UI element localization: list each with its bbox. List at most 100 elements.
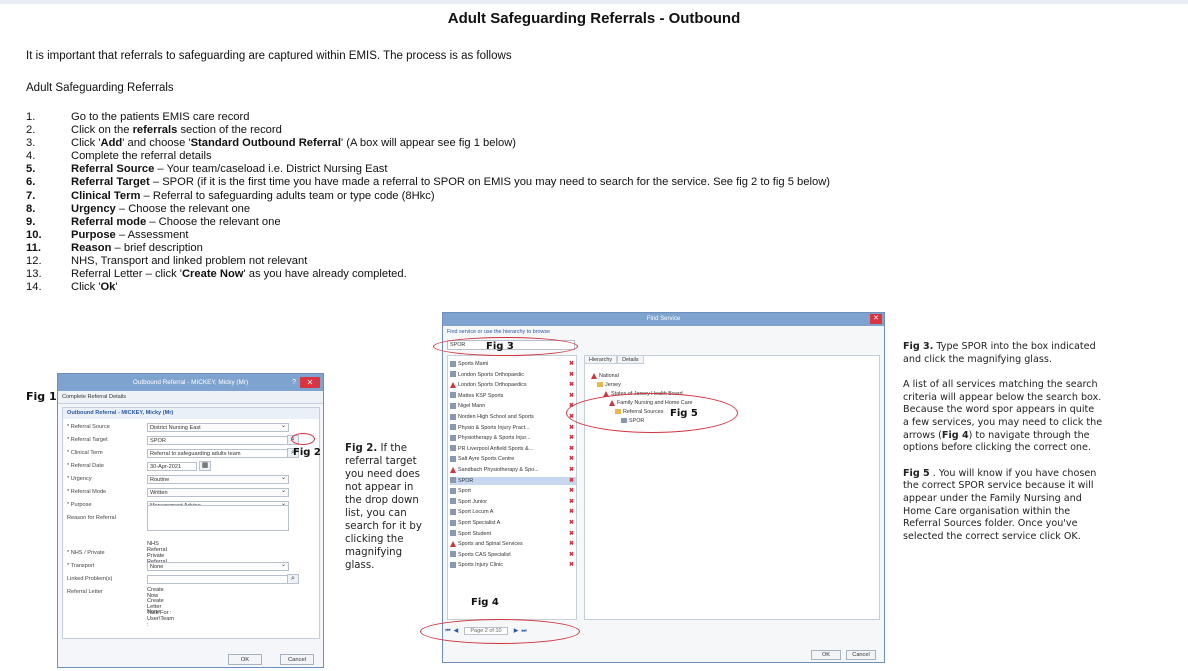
step-span: Click on the [71,124,133,137]
field-input[interactable]: SPOR [147,435,289,445]
field-label: * Transport [67,563,95,569]
field-input[interactable]: Routine [147,474,289,484]
result-item[interactable]: Sports and Spinal Services ✖ [450,540,576,548]
step-span: ' as you have already completed. [243,268,407,281]
field-row: * Clinical Term Referral to safeguarding … [67,448,289,458]
result-item[interactable]: Salt Ayre Sports Centre ✖ [450,455,576,463]
result-text: Salt Ayre Sports Centre [458,456,515,463]
result-item[interactable]: Norden High School and Sports ✖ [450,413,576,421]
find-title: Find Service [646,316,681,322]
ok-button[interactable]: OK [811,650,841,660]
step-text: Referral Source – Your team/caseload i.e… [71,163,388,176]
result-item[interactable]: London Sports Orthopaedic ✖ [450,371,576,379]
step-text: Referral mode – Choose the relevant one [71,216,281,229]
remove-icon: ✖ [568,520,574,526]
fig4-bold: Fig 4 [941,429,969,441]
result-item[interactable]: Sport ✖ [450,487,576,495]
result-item[interactable]: Sandbach Physiotherapy & Spo... ✖ [450,466,576,474]
result-item[interactable]: London Sports Orthopaedics ✖ [450,381,576,389]
service-icon [450,455,456,462]
cancel-button[interactable]: Cancel [280,654,314,665]
magnifier-icon[interactable]: ⌕ [287,574,299,584]
remove-icon: ✖ [568,371,574,378]
step-span: ' [115,281,118,294]
tree-node[interactable]: National [591,372,619,380]
result-item[interactable]: Sport Junior ✖ [450,498,576,506]
step-span: – Choose the relevant one [146,215,281,228]
list-paragraph: A list of all services matching the sear… [903,379,1103,455]
field-label: * Urgency [67,476,92,482]
result-item[interactable]: Mattes KSP Sports ✖ [450,392,576,400]
field-input[interactable]: None [147,561,289,571]
fig2-bold: Fig 2. [345,443,378,454]
page-title: Adult Safeguarding Referrals - Outbound [447,10,741,27]
step-item: 5. Referral Source – Your team/caseload i… [26,163,830,176]
step-number: 8. [26,202,36,215]
field-input[interactable]: Written [147,487,289,497]
tab-hierarchy[interactable]: Hierarchy [584,355,618,364]
result-item[interactable]: Sport Student ✖ [450,530,576,538]
right-description: Fig 3. Type SPOR into the box indicated … [903,341,1103,556]
organisation-icon [591,372,597,379]
result-item[interactable]: Physio & Sports Injury Pract... ✖ [450,424,576,432]
step-number: 3. [26,137,36,150]
remove-icon: ✖ [568,382,574,389]
step-bold: Clinical Term [71,189,141,202]
result-item[interactable]: SPOR ✖ [450,476,576,485]
field-input[interactable] [147,574,289,584]
tree-tabs: Hierarchy Details [584,355,644,364]
result-text: London Sports Orthopaedics [458,382,527,389]
step-span: section of the record [177,124,282,137]
result-item[interactable]: Sports Mami ✖ [450,360,576,368]
remove-icon: ✖ [568,498,574,505]
highlight-circle-magnifier [291,433,315,445]
close-icon[interactable]: ✕ [300,377,320,388]
field-input[interactable]: Referral to safeguarding adults team [147,448,289,458]
step-number: 11. [26,241,41,254]
result-item[interactable]: Sport Locum A ✖ [450,508,576,516]
ok-button[interactable]: OK [228,654,262,665]
result-item[interactable]: Sports Injury Clinic ✖ [450,561,576,569]
field-input[interactable]: District Nursing East [147,422,289,432]
result-text: Sports CAS Specialist [458,551,511,558]
service-icon [450,445,456,452]
result-text: Sandbach Physiotherapy & Spo... [458,467,539,473]
result-item[interactable]: Sports CAS Specialist ✖ [450,551,576,559]
result-item[interactable]: PR Liverpool Anfield Sports &... ✖ [450,445,576,453]
field-label: * NHS / Private [67,550,105,556]
panel-title: Outbound Referral - MICKEY, Micky (Mr) [63,408,319,419]
step-bold: Purpose [71,228,116,241]
close-icon[interactable]: ✕ [870,314,882,324]
tree-node[interactable]: Jersey [597,381,621,389]
fig2-body: If the referral target you need does not… [345,443,422,571]
warning-icon [450,540,456,547]
field-row: * Transport None [67,561,289,571]
help-icon[interactable]: ? [292,374,296,391]
result-text: Physio & Sports Injury Pract... [458,424,530,431]
result-item[interactable]: Physiotherapy & Sports Injur... ✖ [450,434,576,442]
tab-details[interactable]: Details [617,355,644,364]
fig4-tag: Fig 4 [471,597,499,608]
step-span: Referral Letter – click ' [71,268,182,281]
step-text: Go to the patients EMIS care record [71,111,249,124]
step-item: 13. Referral Letter – click 'Create Now' … [26,268,830,281]
step-text: Referral Target – SPOR (if it is the fir… [71,176,830,189]
letter-option[interactable]: None [147,609,160,615]
remove-icon: ✖ [568,477,574,484]
step-bold: referrals [132,124,178,137]
cancel-button[interactable]: Cancel [846,650,876,660]
result-text: SPOR [458,477,474,484]
field-input[interactable]: 30-Apr-2021 [147,461,197,471]
result-item[interactable]: Nigel Mann ✖ [450,402,576,410]
highlight-circle-tree [566,393,738,433]
result-item[interactable]: Sport Specialist A ✖ [450,519,576,527]
step-item: 11. Reason – brief description [26,242,830,255]
step-item: 14. Click 'Ok' [26,281,830,294]
fig2-tag: Fig 2 [293,447,321,458]
reason-textarea[interactable] [147,505,289,531]
result-text: Norden High School and Sports [458,414,534,420]
calendar-icon[interactable]: ▦ [199,461,211,471]
service-icon [450,498,456,505]
step-text: Referral Letter – click 'Create Now' as … [71,268,407,281]
field-label: * Referral Date [67,463,104,469]
